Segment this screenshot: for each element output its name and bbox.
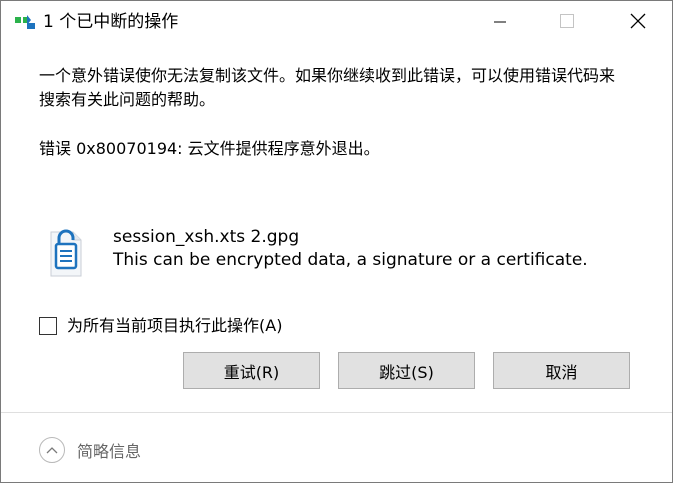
- file-name: session_xsh.xts 2.gpg: [113, 227, 300, 247]
- apply-to-all-checkbox[interactable]: [39, 317, 57, 335]
- error-code: 错误 0x80070194: 云文件提供程序意外退出。: [39, 139, 380, 158]
- skip-button[interactable]: 跳过(S): [338, 352, 475, 389]
- cancel-button[interactable]: 取消: [493, 352, 630, 389]
- file-operation-dialog: 1 个已中断的操作 一个意外错误使你无法复制该文件。如果你继续收到此错误，可以使…: [0, 0, 673, 483]
- retry-button[interactable]: 重试(R): [183, 352, 320, 389]
- window-title: 1 个已中断的操作: [43, 12, 179, 32]
- minimize-button[interactable]: [477, 1, 523, 44]
- chevron-up-icon[interactable]: [39, 437, 65, 463]
- apply-to-all-label[interactable]: 为所有当前项目执行此操作(A): [67, 316, 282, 336]
- dialog-footer: 简略信息: [1, 412, 672, 482]
- apply-to-all-option[interactable]: 为所有当前项目执行此操作(A): [39, 316, 282, 336]
- close-icon: [630, 13, 646, 33]
- close-button[interactable]: [615, 1, 661, 44]
- minimize-icon: [494, 13, 506, 32]
- copy-operation-icon: [14, 14, 36, 30]
- title-bar[interactable]: 1 个已中断的操作: [1, 1, 672, 44]
- dialog-content: 一个意外错误使你无法复制该文件。如果你继续收到此错误，可以使用错误代码来搜索有关…: [1, 44, 672, 412]
- encrypted-file-icon: [47, 214, 85, 278]
- maximize-icon: [560, 13, 574, 32]
- error-message: 一个意外错误使你无法复制该文件。如果你继续收到此错误，可以使用错误代码来搜索有关…: [39, 66, 616, 109]
- file-description: This can be encrypted data, a signature …: [113, 250, 588, 270]
- fewer-details-label[interactable]: 简略信息: [77, 438, 141, 462]
- fewer-details-toggle[interactable]: 简略信息: [39, 435, 141, 465]
- maximize-button: [544, 1, 590, 44]
